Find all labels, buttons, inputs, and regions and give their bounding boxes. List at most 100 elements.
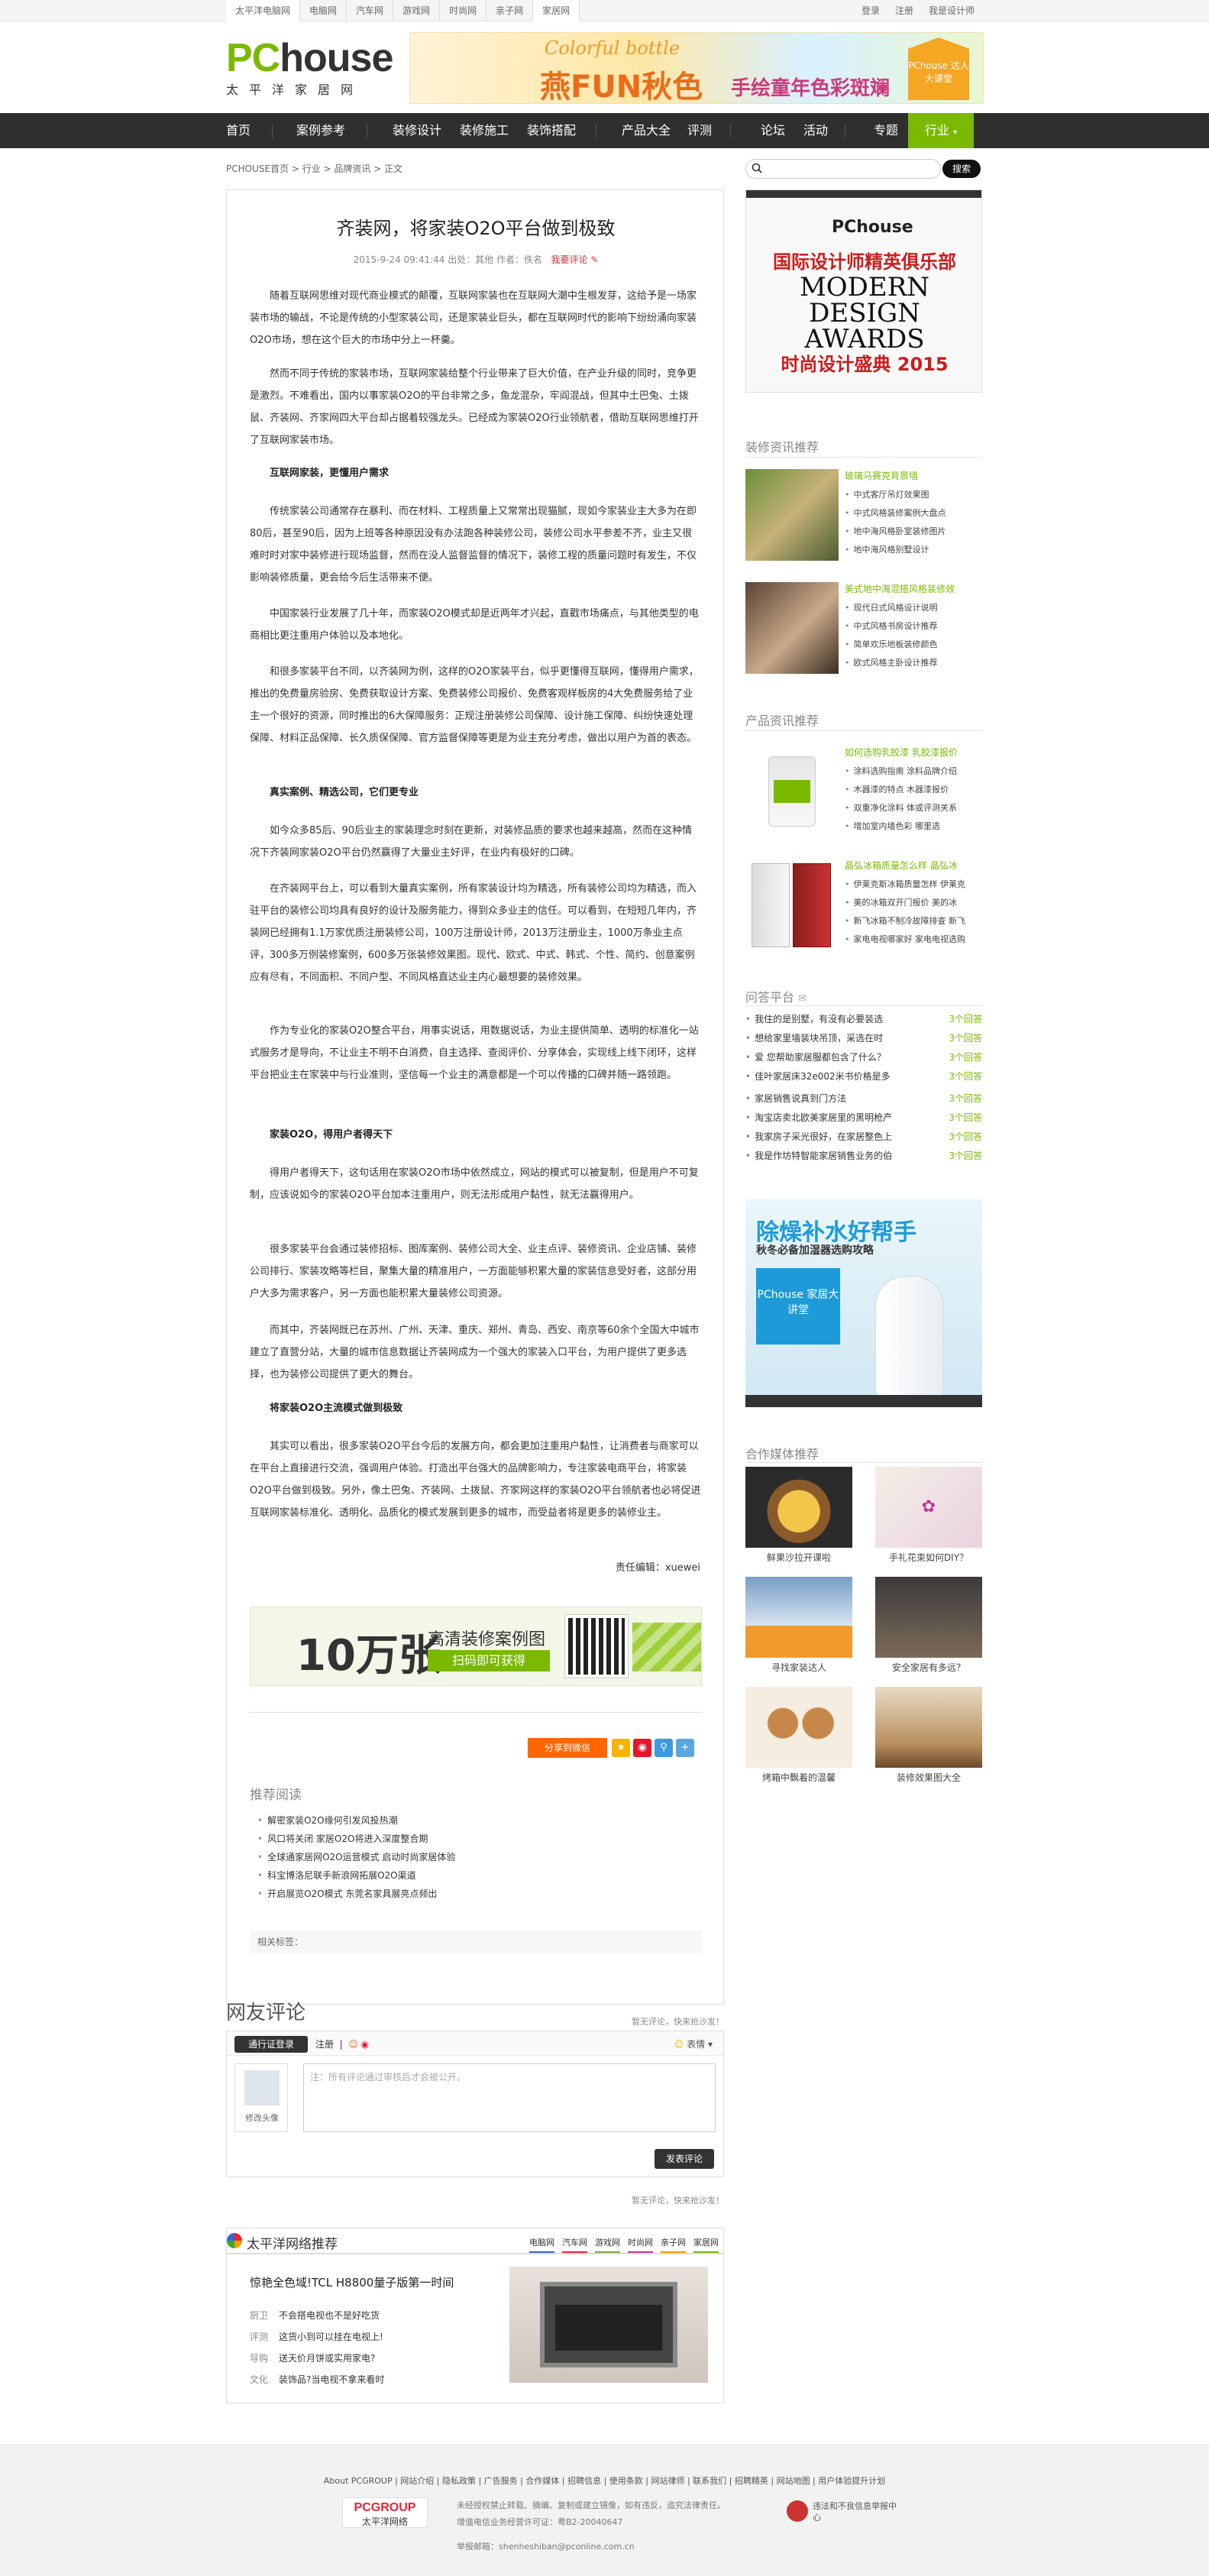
network-row[interactable]: 厨卫 不会搭电视也不是好吃货 bbox=[250, 2305, 384, 2326]
design-awards-banner[interactable]: PChouse 国际设计师精英俱乐部 MODERN DESIGN AWARDS … bbox=[745, 189, 982, 393]
list-item[interactable]: 地中海风格别墅设计 bbox=[845, 541, 946, 559]
decor-image[interactable] bbox=[745, 469, 839, 561]
list-item[interactable]: 欧式风格主卧设计推荐 bbox=[845, 654, 938, 672]
weibo-icon[interactable]: ◉ bbox=[633, 1739, 651, 1757]
site-link[interactable]: 电脑网 bbox=[300, 0, 348, 21]
share-wechat-button[interactable]: 分享到微信 bbox=[528, 1738, 607, 1758]
list-item[interactable]: 涂料选购指南 涂料品牌介绍 bbox=[845, 762, 958, 781]
pcgroup-logo[interactable]: PCGROUP 太平洋网络 bbox=[342, 2497, 428, 2528]
network-tab[interactable]: 汽车网 bbox=[562, 2236, 587, 2253]
qa-item[interactable]: 想给家里墙装块吊顶，采选在时 3个回答 bbox=[745, 1029, 982, 1048]
qa-item[interactable]: 淘宝店卖北欧美家居里的黑明枪产 3个回答 bbox=[745, 1108, 982, 1128]
nav-item-design[interactable]: 装修设计 bbox=[393, 113, 441, 148]
report-center[interactable]: 违法和不良信息举报中心 bbox=[787, 2497, 901, 2528]
qa-item[interactable]: 佳叶家居床32e002米书价格是多 3个回答 bbox=[745, 1067, 982, 1086]
list-item[interactable]: 简单欢乐地板装修颜色 bbox=[845, 636, 938, 654]
list-item[interactable]: 地中海风格卧室装修图片 bbox=[845, 523, 946, 541]
breadcrumb[interactable]: PCHOUSE首页 > 行业 > 品牌资讯 > 正文 bbox=[226, 162, 402, 175]
footer-mail[interactable]: 举报邮箱：shenheshiban@pconline.com.cn bbox=[457, 2540, 635, 2552]
weibo-login-icon[interactable]: ◉ bbox=[361, 2039, 369, 2050]
list-item[interactable]: 中式风格装修案例大盘点 bbox=[845, 504, 946, 523]
nav-item-products[interactable]: 产品大全 bbox=[622, 113, 671, 148]
product-block-title[interactable]: 晶弘冰箱质量怎么样 晶弘冰 bbox=[845, 859, 958, 872]
search-input[interactable] bbox=[745, 159, 941, 179]
network-tab[interactable]: 电脑网 bbox=[529, 2236, 554, 2253]
recommend-item[interactable]: 科宝博洛尼联手新浪网拓展O2O渠道 bbox=[257, 1866, 455, 1885]
list-item[interactable]: 伊莱克斯冰箱质量怎样 伊莱克 bbox=[845, 875, 966, 894]
more-share-icon[interactable]: + bbox=[676, 1739, 694, 1757]
comments-top-link[interactable]: 暂无评论，快来抢沙发！ bbox=[632, 2015, 724, 2027]
comments-bottom-link[interactable]: 暂无评论，快来抢沙发！ bbox=[632, 2194, 724, 2206]
search-button[interactable]: 搜索 bbox=[942, 160, 981, 178]
qa-item[interactable]: 家居销售说真到门方法 3个回答 bbox=[745, 1089, 982, 1108]
user-icon[interactable]: ☺ bbox=[348, 2039, 358, 2050]
network-tab[interactable]: 家居网 bbox=[693, 2236, 719, 2253]
decor-block-title[interactable]: 美式地中海混搭风格装修效 bbox=[845, 582, 955, 595]
fridge-image[interactable] bbox=[745, 859, 839, 950]
comment-textarea[interactable]: 注：所有评论通过审核后才会被公开。 bbox=[303, 2063, 716, 2132]
register-link[interactable]: 注册 bbox=[887, 0, 921, 21]
decor-block-title[interactable]: 玻璃马赛克背景墙 bbox=[845, 469, 918, 482]
designer-link[interactable]: 我是设计师 bbox=[921, 0, 982, 21]
network-headline[interactable]: 惊艳全色域!TCL H8800量子版第一时间 bbox=[250, 2274, 454, 2290]
qa-item[interactable]: 我家房子采光很好，在家居整色上 3个回答 bbox=[745, 1128, 982, 1147]
nav-item-topics[interactable]: 专题 bbox=[874, 113, 898, 148]
qa-item[interactable]: 我住的是别墅，有没有必要装选 3个回答 bbox=[745, 1010, 982, 1029]
qzone-icon[interactable]: ★ bbox=[612, 1739, 630, 1757]
network-tab[interactable]: 时尚网 bbox=[628, 2236, 653, 2253]
nav-item-forum[interactable]: 论坛 bbox=[761, 113, 785, 148]
humidifier-ad-banner[interactable]: 除燥补水好帮手 秋冬必备加湿器选购攻略 PChouse 家居大讲堂 bbox=[745, 1199, 982, 1407]
recommend-item[interactable]: 全球通家居网O2O运营模式 启动时尚家居体验 bbox=[257, 1848, 455, 1866]
nav-item-construction[interactable]: 装修施工 bbox=[460, 113, 509, 148]
footer-links[interactable]: About PCGROUP | 网站介绍 | 隐私政策 | 广告服务 | 合作媒… bbox=[0, 2474, 1209, 2487]
qa-item[interactable]: 我是作坊特智能家居销售业务的伯 3个回答 bbox=[745, 1147, 982, 1166]
site-link[interactable]: 时尚网 bbox=[440, 0, 487, 21]
list-item[interactable]: 美的冰箱双开门报价 美的冰 bbox=[845, 894, 965, 912]
product-block-title[interactable]: 如何选购乳胶漆 乳胶漆报价 bbox=[845, 746, 958, 759]
comment-link[interactable]: 我要评论 ✎ bbox=[551, 254, 599, 265]
decor-image[interactable] bbox=[745, 582, 839, 674]
nav-item-home[interactable]: 首页 bbox=[226, 113, 251, 148]
list-item[interactable]: 木器漆的特点 木器漆报价 bbox=[845, 781, 957, 799]
login-link[interactable]: 登录 bbox=[854, 0, 887, 21]
site-link[interactable]: 游戏网 bbox=[393, 0, 441, 21]
media-item[interactable]: 安全家居有多远？ bbox=[875, 1577, 982, 1674]
list-item[interactable]: 中式客厅吊灯效果图 bbox=[845, 486, 946, 504]
recommend-item[interactable]: 开启展览O2O模式 东莞名家具展亮点频出 bbox=[257, 1885, 455, 1903]
list-item[interactable]: 现代日式风格设计说明 bbox=[845, 599, 938, 617]
nav-item-review[interactable]: 评测 bbox=[687, 113, 712, 148]
paint-bucket-image[interactable] bbox=[745, 746, 839, 837]
nav-item-cases[interactable]: 案例参考 bbox=[296, 113, 345, 148]
site-link[interactable]: 汽车网 bbox=[347, 0, 394, 21]
emoji-picker[interactable]: ☺ 表情 ▾ bbox=[674, 2037, 713, 2050]
list-item[interactable]: 家电电视哪家好 家电电视选购 bbox=[845, 930, 966, 949]
network-row[interactable]: 评测 这货小到可以挂在电视上! bbox=[250, 2326, 384, 2348]
recommend-item[interactable]: 解密家装O2O缘何引发风投热潮 bbox=[257, 1811, 455, 1830]
recommend-item[interactable]: 风口将关闭 家居O2O将进入深度整合期 bbox=[257, 1830, 455, 1848]
media-item[interactable]: 烤箱中飘着的温馨 bbox=[745, 1687, 852, 1784]
nav-item-events[interactable]: 活动 bbox=[803, 113, 828, 148]
qa-item[interactable]: 爱 您帮助家居服都包含了什么？ 3个回答 bbox=[745, 1048, 982, 1067]
nav-item-decoration[interactable]: 装饰搭配 bbox=[527, 113, 576, 148]
oven-image[interactable] bbox=[509, 2267, 708, 2383]
network-tab[interactable]: 游戏网 bbox=[595, 2236, 620, 2253]
site-link[interactable]: 亲子网 bbox=[487, 0, 534, 21]
passport-login-button[interactable]: 通行证登录 bbox=[234, 2036, 308, 2053]
network-tab[interactable]: 亲子网 bbox=[661, 2236, 686, 2253]
nav-item-industry[interactable]: 行业 ▾ bbox=[908, 113, 975, 148]
network-row[interactable]: 导购 送天价月饼或实用家电? bbox=[250, 2348, 384, 2369]
site-link[interactable]: 太平洋电脑网 bbox=[226, 0, 301, 21]
media-item[interactable]: 装修效果图大全 bbox=[875, 1687, 982, 1784]
media-item[interactable]: 鲜果沙拉开课啦 bbox=[745, 1467, 852, 1564]
list-item[interactable]: 双重净化涂料 体或评测关系 bbox=[845, 799, 958, 817]
site-logo[interactable]: PChouse 太平洋家居网 bbox=[226, 37, 402, 98]
pinterest-icon[interactable]: ⚲ bbox=[655, 1739, 673, 1757]
network-row[interactable]: 文化 装饰品?当电视不拿来看时 bbox=[250, 2369, 384, 2390]
list-item[interactable]: 中式风格书房设计推荐 bbox=[845, 617, 938, 636]
media-item[interactable]: 寻找家装达人 bbox=[745, 1577, 852, 1674]
site-link[interactable]: 家居网 bbox=[533, 0, 580, 21]
qr-ad-banner[interactable]: 10万张 高清装修案例图 扫码即可获得 bbox=[250, 1607, 702, 1686]
comment-register-label[interactable]: 注册 bbox=[315, 2039, 334, 2050]
list-item[interactable]: 新飞冰箱不制冷故障排查 新飞 bbox=[845, 912, 966, 930]
submit-comment-button[interactable]: 发表评论 bbox=[655, 2149, 714, 2169]
